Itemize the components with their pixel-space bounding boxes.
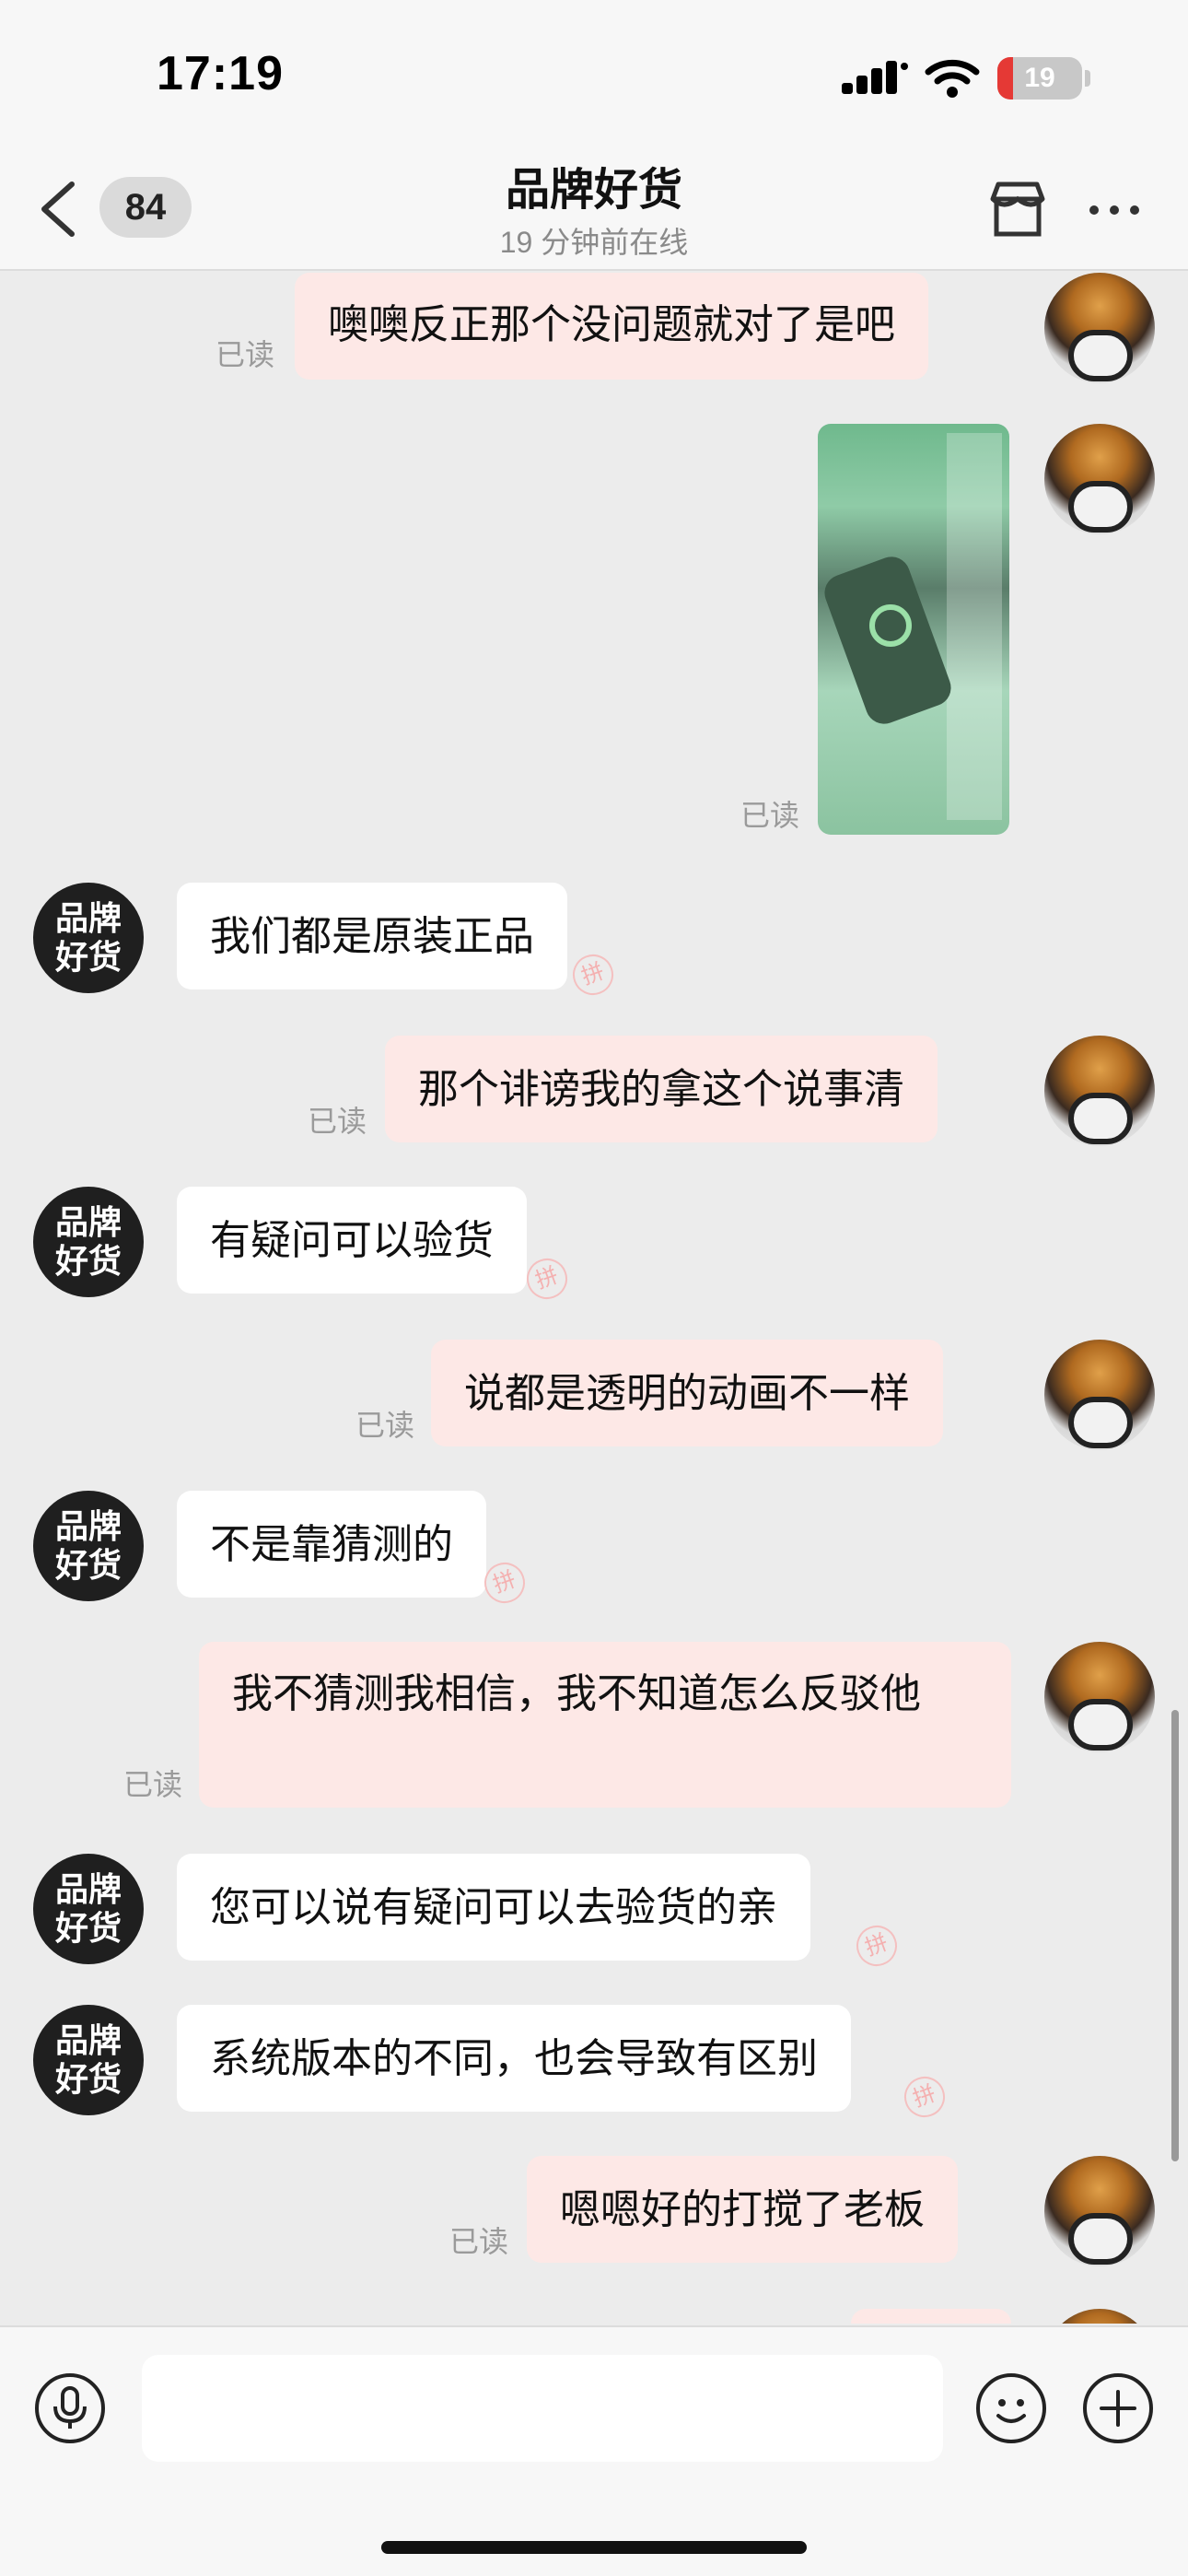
message-bubble[interactable]: 说都是透明的动画不一样: [431, 1340, 943, 1446]
wifi-icon: [925, 59, 980, 98]
message-bubble-partial[interactable]: [851, 2309, 1011, 2324]
plus-glyph: [1100, 2390, 1136, 2427]
user-avatar[interactable]: [1044, 1340, 1155, 1450]
shop-avatar[interactable]: 品牌好货: [33, 883, 144, 993]
battery-tip: [1085, 70, 1090, 87]
message-bubble[interactable]: 我们都是原装正品: [177, 883, 567, 989]
microphone-icon[interactable]: [35, 2373, 105, 2443]
message-bubble[interactable]: 嗯嗯好的打搅了老板: [527, 2156, 958, 2263]
chat-header: 84 品牌好货 19 分钟前在线: [0, 147, 1188, 271]
message-image[interactable]: [818, 424, 1009, 835]
user-avatar[interactable]: [1044, 424, 1155, 534]
user-avatar[interactable]: [1044, 273, 1155, 383]
shop-avatar[interactable]: 品牌好货: [33, 1187, 144, 1297]
message-bubble[interactable]: 系统版本的不同，也会导致有区别: [177, 2005, 851, 2112]
user-avatar[interactable]: [1044, 1036, 1155, 1146]
cellular-signal-icon: [842, 61, 908, 94]
read-receipt: 已读: [215, 338, 275, 371]
read-receipt: 已读: [308, 1105, 367, 1138]
user-avatar[interactable]: [1044, 2156, 1155, 2266]
composer-bar: [0, 2325, 1188, 2576]
stamp-icon: 拼: [898, 2070, 951, 2124]
user-avatar[interactable]: [1044, 2309, 1155, 2324]
message-list[interactable]: 已读 噢噢反正那个没问题就对了是吧 已读 品牌好货 我们都是原装正品 拼 已读 …: [0, 273, 1188, 2324]
scrollbar[interactable]: [1171, 1710, 1179, 2161]
shop-avatar[interactable]: 品牌好货: [33, 2005, 144, 2115]
more-icon[interactable]: [1087, 201, 1142, 219]
battery-level: 19: [1024, 63, 1055, 93]
read-receipt: 已读: [355, 1409, 415, 1442]
user-avatar[interactable]: [1044, 1642, 1155, 1752]
message-bubble[interactable]: 我不猜测我相信，我不知道怎么反驳他: [199, 1642, 1011, 1808]
shop-avatar[interactable]: 品牌好货: [33, 1854, 144, 1964]
message-bubble[interactable]: 噢噢反正那个没问题就对了是吧: [295, 273, 928, 380]
home-indicator[interactable]: [381, 2541, 807, 2554]
emoji-glyph: [996, 2399, 1026, 2423]
shop-avatar[interactable]: 品牌好货: [33, 1491, 144, 1601]
read-receipt: 已读: [123, 1768, 183, 1801]
message-bubble[interactable]: 有疑问可以验货: [177, 1187, 527, 1294]
plus-icon[interactable]: [1083, 2373, 1153, 2443]
stamp-icon: 拼: [520, 1252, 574, 1306]
store-icon[interactable]: [985, 177, 1050, 241]
message-input[interactable]: [142, 2355, 943, 2462]
status-bar: 17:19 19: [0, 0, 1188, 147]
stamp-icon: 拼: [478, 1556, 531, 1610]
emoji-icon[interactable]: [976, 2373, 1046, 2443]
microphone-glyph: [53, 2386, 87, 2429]
message-bubble[interactable]: 您可以说有疑问可以去验货的亲: [177, 1854, 810, 1961]
battery-icon: 19: [997, 57, 1082, 100]
read-receipt: 已读: [740, 799, 800, 832]
message-bubble[interactable]: 那个诽谤我的拿这个说事清: [385, 1036, 938, 1142]
message-bubble[interactable]: 不是靠猜测的: [177, 1491, 486, 1598]
status-time: 17:19: [157, 47, 284, 100]
read-receipt: 已读: [449, 2225, 509, 2258]
stamp-icon: 拼: [566, 948, 620, 1001]
stamp-icon: 拼: [850, 1919, 903, 1973]
